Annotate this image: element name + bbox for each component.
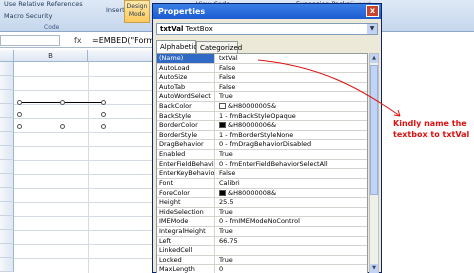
annotation-line-1: Kindly name the bbox=[393, 119, 467, 128]
annotation-text: Kindly name the textbox to txtVal bbox=[393, 118, 469, 140]
annotation-line-2: textbox to txtVal bbox=[393, 130, 470, 139]
